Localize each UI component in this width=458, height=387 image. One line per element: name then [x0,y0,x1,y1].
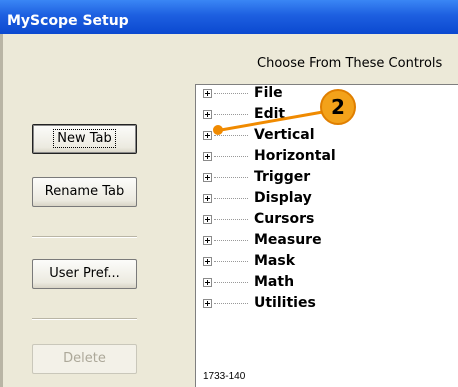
rename-tab-button[interactable]: Rename Tab [32,177,137,207]
tree-connector [214,302,248,304]
tree-item-label: Horizontal [254,148,336,164]
tree-item-label: Utilities [254,295,316,311]
tree-item-label: Measure [254,232,322,248]
tree-item-trigger[interactable]: Trigger [203,167,310,187]
tree-connector [214,197,248,199]
dialog-body: New Tab Rename Tab User Pref... Delete C… [0,34,458,387]
plus-box-icon[interactable] [203,130,212,140]
plus-box-icon[interactable] [203,214,212,224]
tree-item-mask[interactable]: Mask [203,251,295,271]
new-tab-button[interactable]: New Tab [32,124,137,154]
plus-box-icon[interactable] [203,172,212,182]
tree-item-utilities[interactable]: Utilities [203,293,316,313]
plus-box-icon[interactable] [203,151,212,161]
tree-item-label: Vertical [254,127,315,143]
tree-item-math[interactable]: Math [203,272,294,292]
callout-dot [213,125,223,135]
window-title: MyScope Setup [0,0,458,34]
plus-box-icon[interactable] [203,109,212,119]
tree-item-display[interactable]: Display [203,188,312,208]
separator [32,236,137,238]
user-pref-label: User Pref... [49,266,120,281]
plus-box-icon[interactable] [203,298,212,308]
tree-item-label: Math [254,274,295,290]
tree-connector [214,113,248,115]
plus-box-icon[interactable] [203,235,212,245]
tree-item-label: Mask [254,253,296,269]
new-tab-label: New Tab [53,129,116,148]
delete-label: Delete [63,351,106,366]
delete-button[interactable]: Delete [32,344,137,374]
figure-number: 1733-140 [203,371,246,382]
tree-item-label: Cursors [254,211,315,227]
controls-heading: Choose From These Controls [257,56,443,71]
tree-item-label: File [254,85,283,101]
tree-connector [214,239,248,241]
panel-border [0,34,3,387]
plus-box-icon[interactable] [203,88,212,98]
plus-box-icon[interactable] [203,193,212,203]
tree-item-label: Display [254,190,312,206]
tree-item-measure[interactable]: Measure [203,230,322,250]
tree-connector [214,92,248,94]
tree-item-horizontal[interactable]: Horizontal [203,146,336,166]
tree-connector [214,155,248,157]
tree-item-file[interactable]: File [203,83,283,103]
rename-tab-label: Rename Tab [44,184,125,199]
tree-connector [214,176,248,178]
plus-box-icon[interactable] [203,277,212,287]
tree-item-label: Trigger [254,169,311,185]
controls-tree[interactable]: File Edit Vertical Horizontal Trigger Di… [195,84,458,387]
callout-number: 2 [320,89,356,125]
tree-connector [214,281,248,283]
tree-item-cursors[interactable]: Cursors [203,209,314,229]
tree-connector [214,260,248,262]
button-panel: New Tab Rename Tab User Pref... Delete [0,34,185,387]
user-pref-button[interactable]: User Pref... [32,259,137,289]
plus-box-icon[interactable] [203,256,212,266]
tree-connector [214,218,248,220]
separator [32,318,137,320]
